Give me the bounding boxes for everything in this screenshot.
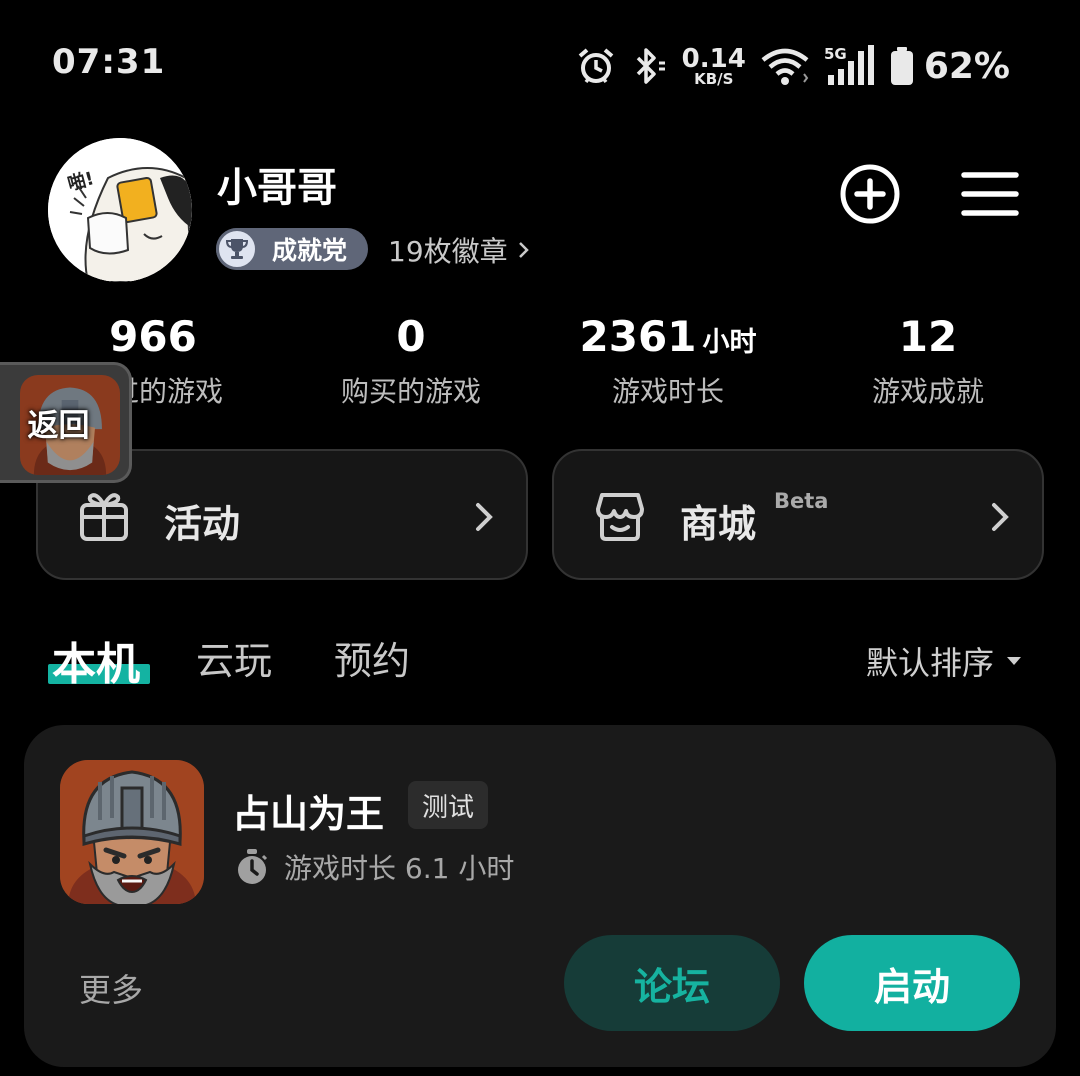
- stat-unit: 小时: [702, 327, 757, 358]
- more-button[interactable]: 更多: [79, 965, 143, 1011]
- start-button[interactable]: 启动: [804, 935, 1020, 1031]
- cat-avatar-illustration: 啪!: [48, 138, 192, 282]
- achievement-badge[interactable]: 成就党: [216, 228, 368, 270]
- store-icon: [596, 493, 644, 541]
- beta-tag: Beta: [774, 489, 829, 513]
- game-test-tag: 测试: [408, 781, 489, 829]
- tab-reservation[interactable]: 预约: [334, 630, 410, 685]
- trophy-icon: [216, 228, 258, 270]
- badge-count-link[interactable]: 19枚徽章: [388, 230, 530, 270]
- playtime-text: 游戏时长 6.1 小时: [284, 852, 515, 885]
- stat-caption: 游戏成就: [871, 375, 984, 408]
- stat-play-time[interactable]: 2361 小时 游戏时长: [548, 312, 788, 410]
- tab-local[interactable]: 本机: [52, 628, 140, 692]
- chevron-right-icon: [476, 503, 493, 531]
- plus-circle-icon: [840, 164, 900, 224]
- badge-label: 成就党: [272, 236, 348, 265]
- game-card[interactable]: 占山为王 测试 游戏时长 6.1 小时 更多 论坛 启动: [24, 725, 1056, 1067]
- forum-button[interactable]: 论坛: [564, 935, 780, 1031]
- stat-achievements[interactable]: 12 游戏成就: [808, 312, 1048, 410]
- stopwatch-icon: [238, 849, 268, 884]
- signal-icon: 5G: [824, 45, 876, 87]
- status-time: 07:31: [52, 42, 166, 82]
- add-button[interactable]: [839, 163, 901, 225]
- stat-value: 0: [396, 312, 426, 361]
- game-icon[interactable]: [60, 760, 204, 904]
- warrior-game-icon: [60, 760, 204, 904]
- stat-value: 966: [109, 312, 197, 361]
- stat-caption: 购买的游戏: [340, 375, 481, 408]
- menu-button[interactable]: [959, 163, 1021, 225]
- status-icons: 0.14 KB/S 5G 62%: [576, 40, 1010, 92]
- store-card[interactable]: 商城 Beta: [552, 449, 1044, 580]
- bluetooth-icon: [630, 46, 668, 86]
- status-bar: 07:31 0.14 KB/S 5G 62%: [0, 0, 1080, 130]
- username: 小哥哥: [217, 165, 337, 211]
- badge-count-text: 19枚徽章: [388, 235, 508, 268]
- sort-label: 默认排序: [865, 644, 994, 682]
- alarm-icon: [576, 46, 616, 86]
- battery-percent: 62%: [923, 45, 1010, 87]
- stat-caption: 游戏时长: [611, 375, 724, 408]
- net-speed: 0.14 KB/S: [681, 43, 746, 88]
- stat-value: 12: [898, 312, 958, 361]
- stat-purchased-games[interactable]: 0 购买的游戏: [291, 312, 531, 410]
- game-title: 占山为王: [232, 792, 385, 836]
- stat-value: 2361: [579, 312, 697, 361]
- tab-cloud-play[interactable]: 云玩: [196, 630, 272, 685]
- gift-icon: [80, 493, 128, 541]
- caret-down-icon: [1007, 657, 1021, 665]
- network-type-text: 5G: [824, 45, 847, 63]
- store-label: 商城: [680, 502, 757, 546]
- activity-label: 活动: [164, 502, 241, 546]
- chevron-right-icon: [518, 234, 530, 267]
- floating-back-label: 返回: [27, 408, 90, 444]
- wifi-icon: [760, 46, 810, 86]
- sort-dropdown[interactable]: 默认排序: [866, 638, 1022, 684]
- chevron-right-icon: [992, 503, 1009, 531]
- hamburger-menu-icon: [961, 172, 1019, 216]
- battery-icon: [890, 46, 914, 86]
- avatar[interactable]: 啪!: [48, 138, 192, 282]
- floating-back-button[interactable]: 返回: [0, 362, 132, 483]
- game-playtime: 游戏时长 6.1 小时: [234, 847, 514, 887]
